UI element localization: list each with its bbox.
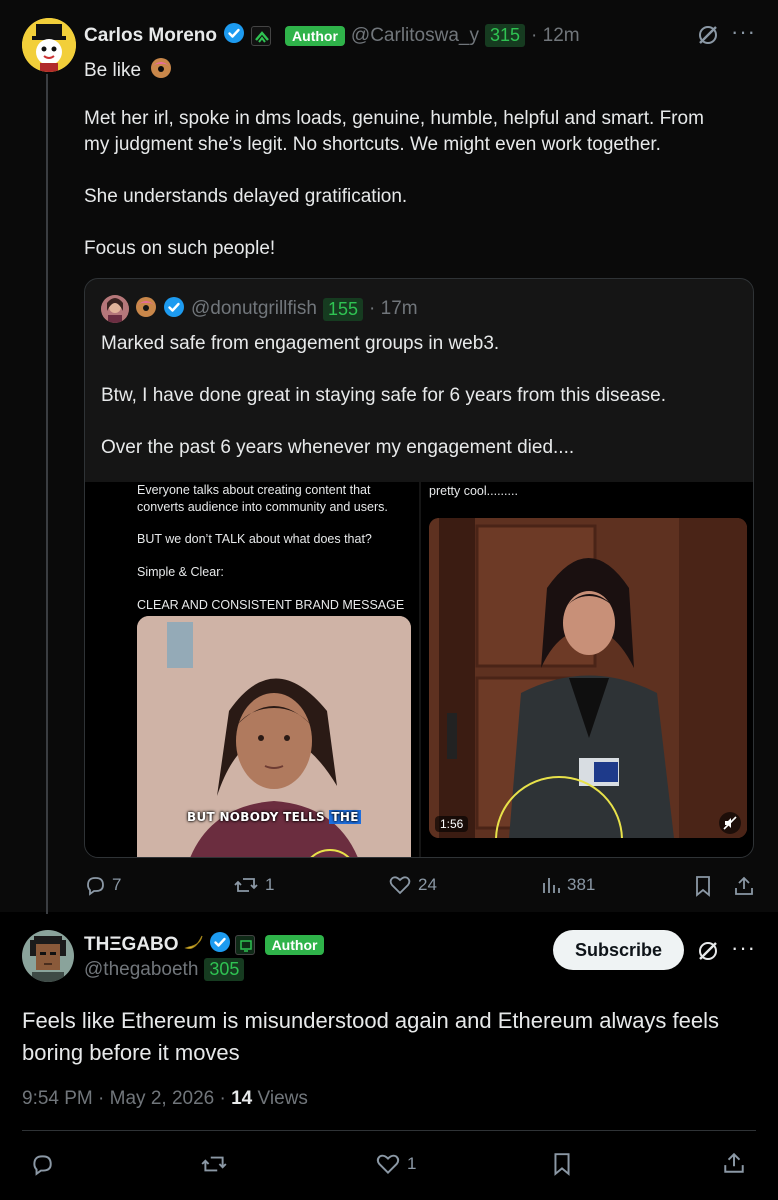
affiliate-badge-icon <box>251 25 272 46</box>
quote-line-3: Over the past 6 years whenever my engage… <box>101 437 575 458</box>
post2-header-line1: THΞGABO Author <box>84 931 325 958</box>
views-count: 14 <box>231 1088 253 1109</box>
handle[interactable]: @thegaboeth <box>84 959 198 981</box>
share-icon[interactable] <box>733 875 755 902</box>
like-button[interactable]: 1 <box>375 1152 416 1176</box>
video-still-right: 1:56 <box>429 518 747 838</box>
score-badge: 315 <box>484 24 526 47</box>
verified-icon <box>209 931 231 958</box>
quote-handle[interactable]: @donutgrillfish <box>191 298 317 320</box>
author-badge: Author <box>285 25 345 46</box>
quote-time[interactable]: · 17m <box>369 298 418 320</box>
avatar-thegabo[interactable] <box>22 930 74 982</box>
handle[interactable]: @Carlitoswa_y <box>351 25 479 47</box>
author-badge: Author <box>264 934 325 955</box>
verified-icon <box>163 296 185 323</box>
media-right-caption: pretty cool......... <box>429 484 518 498</box>
post2-header-line2: @thegaboeth 305 <box>84 958 245 981</box>
subscribe-button[interactable]: Subscribe <box>553 930 684 970</box>
avatar-carlos[interactable] <box>22 18 76 72</box>
more-icon[interactable]: ··· <box>731 21 756 43</box>
banana-emoji-icon <box>183 931 205 958</box>
post-carlos[interactable]: Carlos Moreno Author @Carlitoswa_y 315 ·… <box>0 0 778 924</box>
more-icon[interactable]: ··· <box>731 937 756 959</box>
grok-icon[interactable] <box>697 24 719 51</box>
quote-score-badge: 155 <box>322 297 364 321</box>
grok-icon[interactable] <box>697 940 719 967</box>
like-count: 1 <box>407 1154 417 1173</box>
reply-button[interactable]: 7 <box>84 874 121 896</box>
post2-meta: 9:54 PM · May 2, 2026 · 14 Views <box>22 1088 308 1110</box>
media-video-right[interactable]: pretty cool......... 1:56 <box>421 482 753 857</box>
quote-header: @donutgrillfish 155 · 17m <box>101 295 418 323</box>
repost-icon <box>234 878 258 892</box>
display-name[interactable]: Carlos Moreno <box>84 25 217 47</box>
share-icon[interactable] <box>722 1151 746 1180</box>
post-text-line1: Be like <box>84 57 172 87</box>
reply-count: 7 <box>112 875 122 894</box>
heart-icon <box>376 1154 400 1175</box>
quoted-post[interactable]: @donutgrillfish 155 · 17m Marked safe fr… <box>84 278 754 858</box>
views-icon <box>543 878 560 893</box>
video-caption: BUT NOBODY TELLS THE <box>187 810 361 824</box>
like-count: 24 <box>418 875 437 894</box>
media-image-left[interactable]: Everyone talks about creating content th… <box>85 482 419 857</box>
donut-emoji-icon <box>150 57 172 87</box>
post-header: Carlos Moreno Author @Carlitoswa_y 315 ·… <box>84 22 580 49</box>
post-paragraph-3: Focus on such people! <box>84 238 276 259</box>
reply-icon <box>87 877 104 896</box>
verified-icon <box>223 22 245 49</box>
score-badge: 305 <box>204 958 245 981</box>
repost-button[interactable]: 1 <box>233 874 274 896</box>
views-count: 381 <box>567 875 596 894</box>
affiliate-badge-icon <box>234 934 255 955</box>
bookmark-icon[interactable] <box>551 1152 573 1181</box>
divider <box>22 1130 756 1131</box>
reply-icon[interactable] <box>29 1152 55 1181</box>
thread-line <box>46 74 48 924</box>
media-left-text: Everyone talks about creating content th… <box>137 483 405 612</box>
like-button[interactable]: 24 <box>388 874 437 896</box>
video-duration: 1:56 <box>435 816 469 832</box>
post2-text: Feels like Ethereum is misunderstood aga… <box>22 1008 720 1065</box>
views-label: Views <box>252 1088 308 1109</box>
post-timestamp[interactable]: 9:54 PM · May 2, 2026 · <box>22 1088 231 1109</box>
mute-icon[interactable] <box>719 812 741 834</box>
post-paragraph-1: Met her irl, spoke in dms loads, genuine… <box>84 108 704 155</box>
post-paragraph-2: She understands delayed gratification. <box>84 186 408 207</box>
repost-count: 1 <box>265 875 275 894</box>
donut-emoji-icon <box>135 296 157 323</box>
display-name[interactable]: THΞGABO <box>84 934 179 956</box>
avatar-donutgrillfish[interactable] <box>101 295 129 323</box>
heart-icon <box>389 876 411 895</box>
repost-icon[interactable] <box>200 1152 228 1181</box>
bookmark-icon[interactable] <box>693 875 713 902</box>
post-time[interactable]: · 12m <box>531 25 580 47</box>
quote-line-2: Btw, I have done great in staying safe f… <box>101 385 667 406</box>
views-button[interactable]: 381 <box>541 874 595 896</box>
video-still-left: BUT NOBODY TELLS THE <box>137 616 411 857</box>
quote-line-1: Marked safe from engagement groups in we… <box>101 333 500 354</box>
